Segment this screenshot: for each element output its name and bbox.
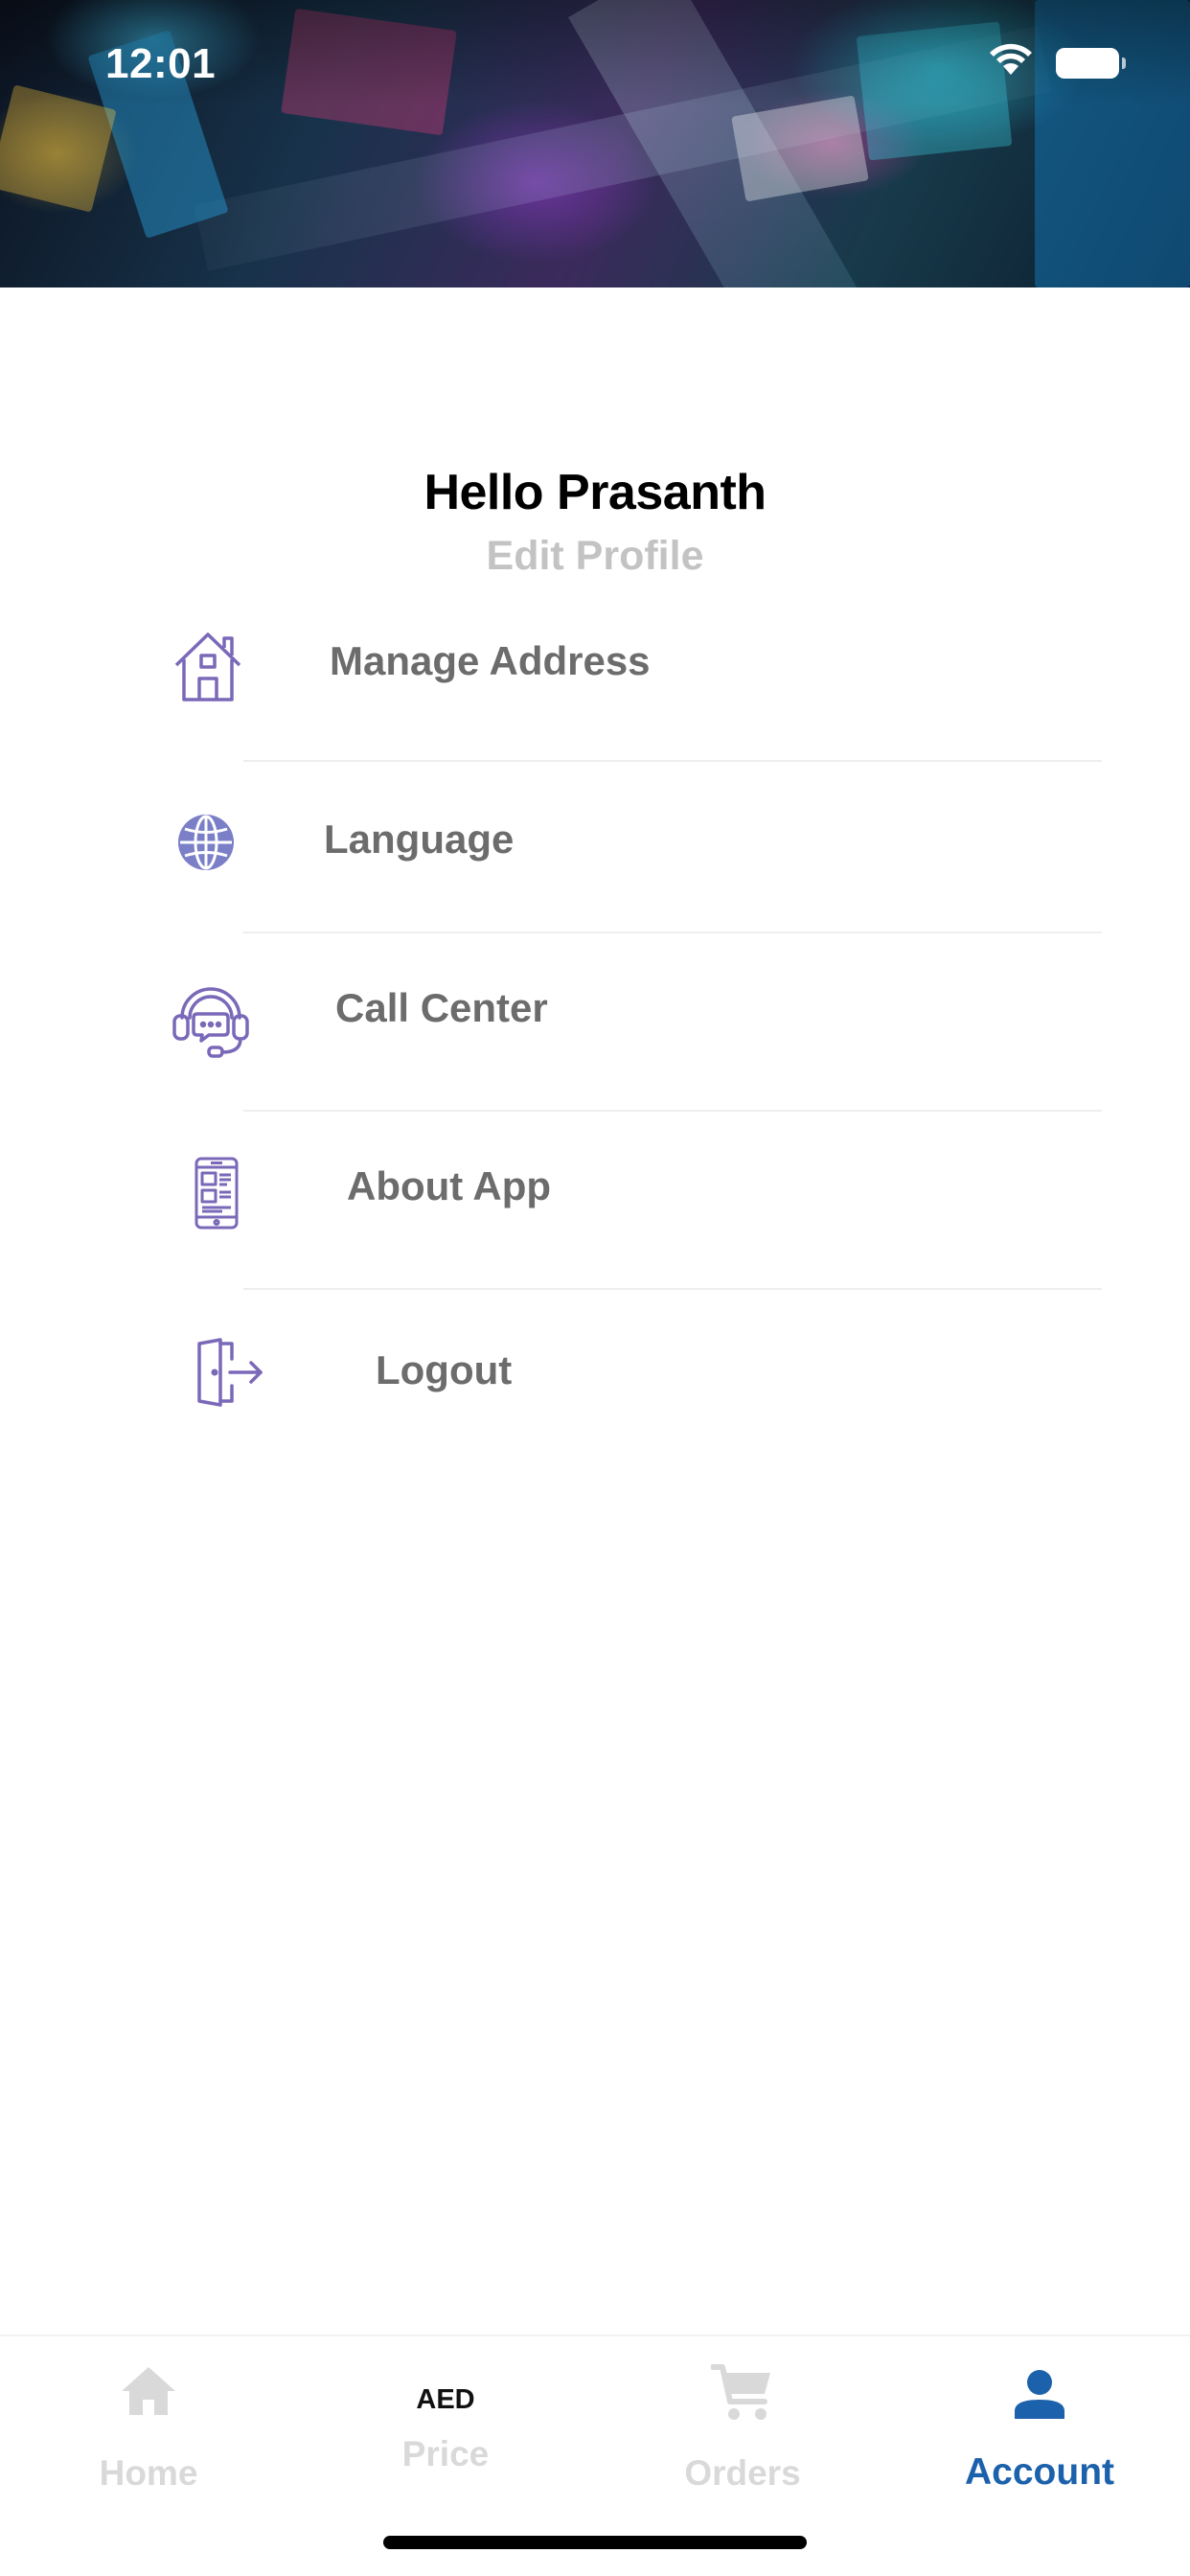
aed-currency-icon: AED xyxy=(416,2384,475,2415)
tab-account[interactable]: Account xyxy=(891,2336,1188,2528)
tab-home[interactable]: Home xyxy=(0,2336,297,2528)
menu-item-manage-address[interactable]: Manage Address xyxy=(0,623,1190,757)
menu-item-call-center[interactable]: Call Center xyxy=(0,976,1190,1110)
tab-label-account: Account xyxy=(965,2451,1114,2493)
greeting-title: Hello Prasanth xyxy=(423,465,767,520)
menu-label-about-app: About App xyxy=(347,1163,552,1208)
tab-label-price: Price xyxy=(401,2434,490,2473)
menu-item-language[interactable]: Language xyxy=(0,805,1190,930)
menu-item-logout[interactable]: Logout xyxy=(0,1334,1190,1468)
menu-label-manage-address: Manage Address xyxy=(330,638,651,683)
mobile-app-icon xyxy=(194,1156,240,1230)
tab-label-home: Home xyxy=(99,2453,198,2493)
logout-door-icon xyxy=(195,1338,264,1407)
menu-divider xyxy=(243,932,1102,933)
menu-label-call-center: Call Center xyxy=(335,985,548,1030)
status-time: 12:01 xyxy=(105,40,217,87)
home-icon xyxy=(120,2365,177,2422)
home-indicator xyxy=(383,2536,807,2549)
cart-icon xyxy=(710,2363,774,2427)
tab-orders[interactable]: Orders xyxy=(594,2336,891,2528)
menu-label-logout: Logout xyxy=(376,1347,513,1392)
battery-icon xyxy=(1056,48,1126,79)
edit-profile-link[interactable]: Edit Profile xyxy=(0,533,1190,580)
menu-divider xyxy=(243,1288,1102,1290)
person-icon xyxy=(1015,2369,1064,2424)
globe-icon xyxy=(176,813,236,872)
menu-item-about-app[interactable]: About App xyxy=(0,1154,1190,1288)
menu-divider xyxy=(243,760,1102,762)
wifi-icon xyxy=(990,43,1032,75)
tab-label-orders: Orders xyxy=(684,2453,801,2493)
house-icon xyxy=(171,629,245,703)
menu-divider xyxy=(243,1110,1102,1112)
menu-label-language: Language xyxy=(324,816,515,862)
headset-support-icon xyxy=(171,979,251,1060)
tab-price[interactable]: AED Price xyxy=(297,2336,594,2528)
